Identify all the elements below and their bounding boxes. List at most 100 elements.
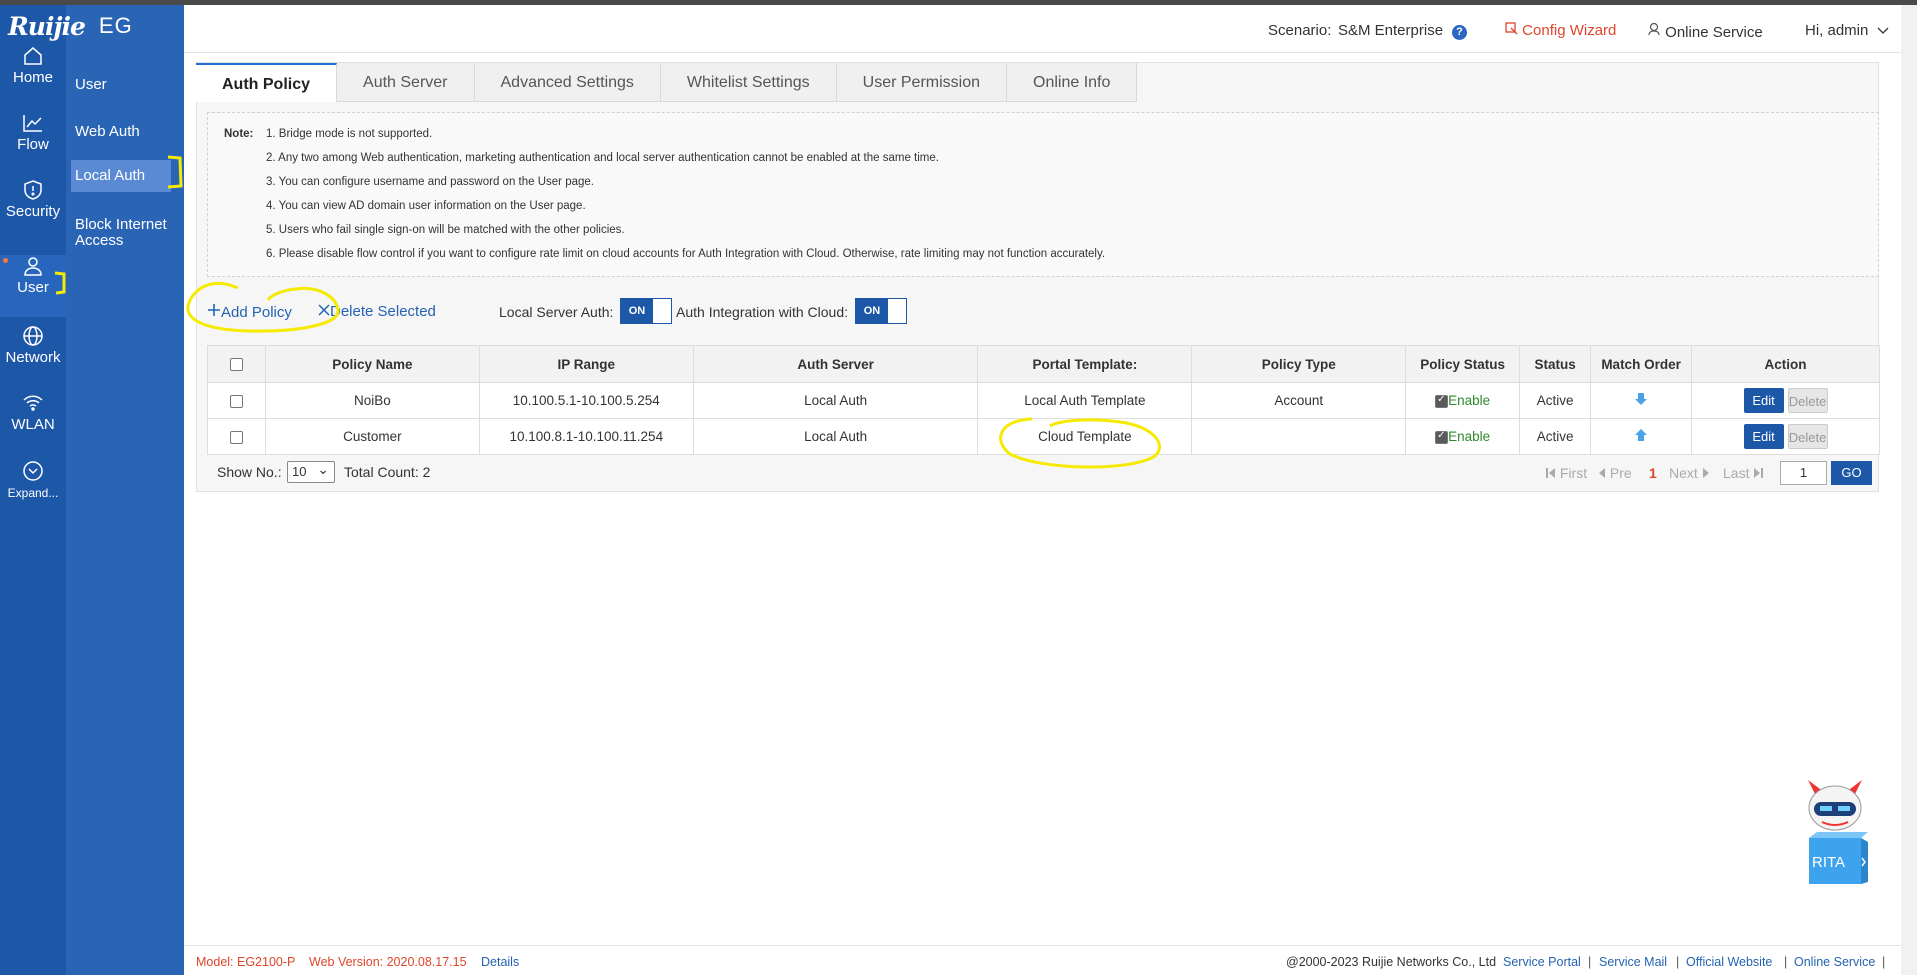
col-auth-server[interactable]: Auth Server [692,345,979,383]
nav-wlan[interactable]: WLAN [0,392,66,454]
first-label: First [1559,465,1588,481]
page-size-select[interactable]: 10 [287,459,335,483]
tab-auth-server[interactable]: Auth Server [337,63,475,102]
subnav-item-user[interactable]: User [71,71,171,99]
flow-chart-icon [23,115,42,132]
globe-icon [23,326,43,346]
model-info: Model: EG2100-P [196,955,296,969]
current-page[interactable]: 1 [1649,465,1657,481]
subnav-item-local-auth[interactable]: Local Auth [71,160,171,192]
cell-policy-status[interactable]: Enable [1405,382,1521,419]
cell-status: Active [1519,382,1592,419]
rita-assistant[interactable]: RITA [1802,778,1868,886]
last-page-button[interactable]: Last [1723,465,1764,481]
nav-flow-label: Flow [17,136,49,153]
note-line-2: 2. Any two among Web authentication, mar… [266,152,939,164]
policy-table: Policy Name IP Range Auth Server Portal … [207,345,1880,455]
prev-page-button[interactable]: Pre [1599,465,1632,481]
official-website-link[interactable]: Official Website [1686,955,1772,969]
cloud-integration-label: Auth Integration with Cloud: [676,304,848,320]
nav-flow[interactable]: Flow [0,112,66,174]
tab-user-permission[interactable]: User Permission [836,63,1007,102]
edit-button[interactable]: Edit [1743,388,1784,413]
first-page-icon [1546,468,1555,478]
service-mail-link[interactable]: Service Mail [1599,955,1667,969]
table-row: NoiBo 10.100.5.1-10.100.5.254 Local Auth… [207,382,1880,419]
col-action: Action [1691,345,1880,383]
total-count: Total Count: 2 [344,464,431,480]
cell-policy-name: Customer [264,418,480,455]
nav-expand-label: Expand... [7,486,59,500]
chevron-down-icon [1877,27,1888,34]
edit-button[interactable]: Edit [1743,424,1784,449]
notification-dot [3,258,8,263]
move-up-icon[interactable] [1635,428,1648,442]
tab-bar: Auth Policy Auth Server Advanced Setting… [196,63,1138,102]
delete-button[interactable]: Delete [1787,388,1828,413]
policy-status-label: Enable [1448,429,1491,444]
next-icon [1702,468,1709,478]
note-box: Note: 1. Bridge mode is not supported. 2… [207,112,1879,277]
next-page-button[interactable]: Next [1669,465,1709,481]
col-ip-range[interactable]: IP Range [478,345,694,383]
note-line-6: 6. Please disable flow control if you wa… [266,248,1106,260]
online-service-link[interactable]: Online Service [1647,22,1763,41]
nav-expand[interactable]: Expand... [0,460,66,522]
cell-portal-template: Cloud Template [977,418,1193,455]
page-number-input[interactable]: 1 [1780,461,1827,485]
col-policy-status[interactable]: Policy Status [1405,345,1521,383]
help-icon[interactable]: ? [1452,23,1467,40]
add-policy-button[interactable]: Add Policy [207,303,292,321]
go-button[interactable]: GO [1831,461,1872,485]
col-portal-template[interactable]: Portal Template: [977,345,1193,383]
first-page-button[interactable]: First [1546,465,1587,481]
subnav-item-block-internet-access[interactable]: Block Internet Access [71,211,171,255]
top-header: Scenario: S&M Enterprise ? Config Wizard… [184,5,1901,53]
enable-checkbox[interactable] [1435,430,1449,444]
cell-policy-status[interactable]: Enable [1405,418,1521,455]
select-all-checkbox[interactable] [229,358,243,372]
delete-selected-button[interactable]: Delete Selected [318,303,436,320]
service-portal-link[interactable]: Service Portal [1503,955,1581,969]
close-icon [318,304,330,316]
col-policy-type[interactable]: Policy Type [1191,345,1407,383]
show-no-label: Show No.: [217,464,282,480]
page-scrollbar[interactable] [1901,5,1917,975]
online-service-footer-link[interactable]: Online Service [1794,955,1875,969]
cell-policy-type [1191,418,1407,455]
home-icon [24,47,42,65]
delete-button[interactable]: Delete [1787,424,1828,449]
sub-nav: User Web Auth Local Auth Block Internet … [66,5,184,975]
col-policy-name[interactable]: Policy Name [264,345,480,383]
cloud-integration-toggle[interactable]: ON [855,298,907,324]
user-menu[interactable]: Hi, admin [1805,22,1889,39]
policy-status-label: Enable [1448,393,1491,408]
cell-auth-server: Local Auth [692,418,979,455]
subnav-item-web-auth[interactable]: Web Auth [71,118,171,146]
last-label: Last [1723,465,1750,481]
nav-security[interactable]: Security [0,179,66,241]
tab-whitelist-settings[interactable]: Whitelist Settings [660,63,837,102]
nav-user[interactable]: User [0,255,66,317]
col-match-order[interactable]: Match Order [1590,345,1693,383]
tab-online-info[interactable]: Online Info [1007,63,1138,102]
cell-action: Edit Delete [1691,418,1880,455]
nav-security-label: Security [5,203,61,220]
tab-advanced-settings[interactable]: Advanced Settings [474,63,661,102]
online-service-label: Online Service [1665,24,1763,41]
row-checkbox[interactable] [229,430,243,444]
local-server-auth-toggle[interactable]: ON [620,298,672,324]
nav-network[interactable]: Network [0,325,66,387]
table-row: Customer 10.100.8.1-10.100.11.254 Local … [207,418,1880,455]
details-link[interactable]: Details [481,955,519,969]
col-status[interactable]: Status [1519,345,1592,383]
config-wizard-link[interactable]: Config Wizard [1505,22,1616,39]
enable-checkbox[interactable] [1435,394,1449,408]
nav-home[interactable]: Home [0,45,66,107]
move-down-icon[interactable] [1635,392,1648,406]
row-checkbox[interactable] [229,394,243,408]
footer-sep: | [1784,955,1788,969]
tab-auth-policy[interactable]: Auth Policy [196,63,338,102]
scenario-value[interactable]: S&M Enterprise [1338,22,1443,39]
plus-icon [208,304,220,316]
